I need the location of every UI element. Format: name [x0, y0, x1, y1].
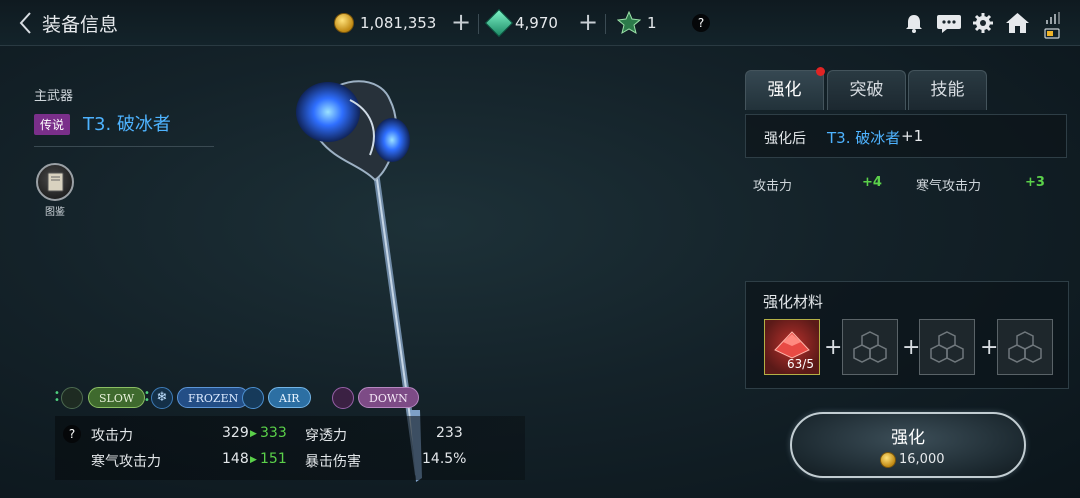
rarity-badge: 传说 [34, 114, 71, 135]
tag-marker: • • [144, 388, 150, 406]
token-currency: 1 [617, 10, 657, 36]
weapon-name: T3. 破冰者 [83, 114, 171, 135]
stat-cold-new: 151 [260, 451, 287, 467]
gear-icon[interactable] [972, 12, 994, 34]
weapon-slot-label: 主武器 [34, 89, 74, 104]
tag-air: AIR [268, 387, 311, 408]
codex-book-icon[interactable] [36, 163, 74, 201]
material-slot-empty[interactable] [997, 319, 1053, 375]
chevron-left-icon[interactable] [16, 10, 36, 36]
stat-cold-current: 148 [222, 451, 249, 467]
divider [34, 146, 214, 147]
slow-boot-icon [61, 387, 83, 409]
page-title: 装备信息 [42, 14, 119, 36]
tag-slow: SLOW [88, 387, 146, 408]
token-icon [617, 11, 641, 35]
plus-sign: + [902, 335, 921, 360]
home-icon[interactable] [1005, 12, 1030, 34]
stat-crit-value: 14.5% [422, 451, 467, 467]
gold-coin-icon [880, 452, 896, 468]
gain-atk-value: +4 [862, 175, 882, 190]
tag-down: DOWN [358, 387, 419, 408]
material-count: 63/5 [787, 357, 814, 371]
add-gold-button[interactable]: + [451, 8, 471, 36]
divider [605, 14, 606, 34]
bell-icon[interactable] [903, 12, 925, 34]
after-weapon-name: T3. 破冰者 [827, 129, 901, 147]
gem-icon [484, 8, 514, 38]
gem-currency: 4,970 [484, 8, 558, 38]
after-label: 强化后 [764, 131, 806, 147]
help-icon[interactable]: ? [692, 14, 710, 32]
gold-currency: 1,081,353 [334, 10, 436, 36]
divider [478, 14, 479, 34]
down-arrow-icon [332, 387, 354, 409]
stat-crit-label: 暴击伤害 [305, 454, 361, 470]
notification-dot [816, 67, 825, 76]
gain-cold-value: +3 [1025, 175, 1045, 190]
empty-slot-icon [1008, 331, 1042, 363]
empty-slot-icon [930, 331, 964, 363]
codex-label: 图鉴 [45, 207, 65, 218]
increase-arrow-icon: ▶ [250, 429, 257, 439]
material-slot-empty[interactable] [919, 319, 975, 375]
stat-cold-label: 寒气攻击力 [91, 454, 161, 470]
empty-slot-icon [853, 331, 887, 363]
stats-help-icon[interactable]: ? [63, 425, 81, 443]
tab-enhance[interactable]: 强化 [745, 70, 824, 110]
increase-arrow-icon: ▶ [250, 455, 257, 465]
signal-battery-icon [1044, 12, 1060, 39]
plus-sign: + [980, 335, 999, 360]
gold-coin-icon [334, 13, 354, 33]
tag-frozen: FROZEN [177, 387, 250, 408]
add-gem-button[interactable]: + [578, 8, 598, 36]
stat-atk-label: 攻击力 [91, 428, 133, 444]
enhance-button[interactable]: 强化 16,000 [790, 412, 1026, 478]
material-ore-icon [774, 331, 810, 359]
gain-atk-label: 攻击力 [753, 179, 793, 194]
material-slot-filled[interactable]: 63/5 [764, 319, 820, 375]
chat-icon[interactable] [936, 12, 962, 34]
enhance-button-label: 强化 [891, 428, 925, 448]
materials-title: 强化材料 [763, 293, 824, 311]
tab-skills[interactable]: 技能 [908, 70, 987, 110]
tab-breakthrough[interactable]: 突破 [827, 70, 906, 110]
snowflake-icon: ❄ [151, 387, 173, 409]
material-slot-empty[interactable] [842, 319, 898, 375]
after-level: +1 [901, 127, 924, 145]
tag-marker: • • [54, 388, 60, 406]
stat-pen-value: 233 [436, 425, 463, 441]
stat-atk-current: 329 [222, 425, 249, 441]
enhance-cost: 16,000 [899, 452, 945, 467]
stat-atk-new: 333 [260, 425, 287, 441]
gold-amount: 1,081,353 [360, 14, 437, 32]
gain-cold-label: 寒气攻击力 [916, 179, 982, 194]
token-amount: 1 [647, 14, 657, 32]
gem-amount: 4,970 [515, 14, 558, 32]
air-wing-icon [242, 387, 264, 409]
stat-pen-label: 穿透力 [305, 428, 347, 444]
plus-sign: + [824, 335, 843, 360]
